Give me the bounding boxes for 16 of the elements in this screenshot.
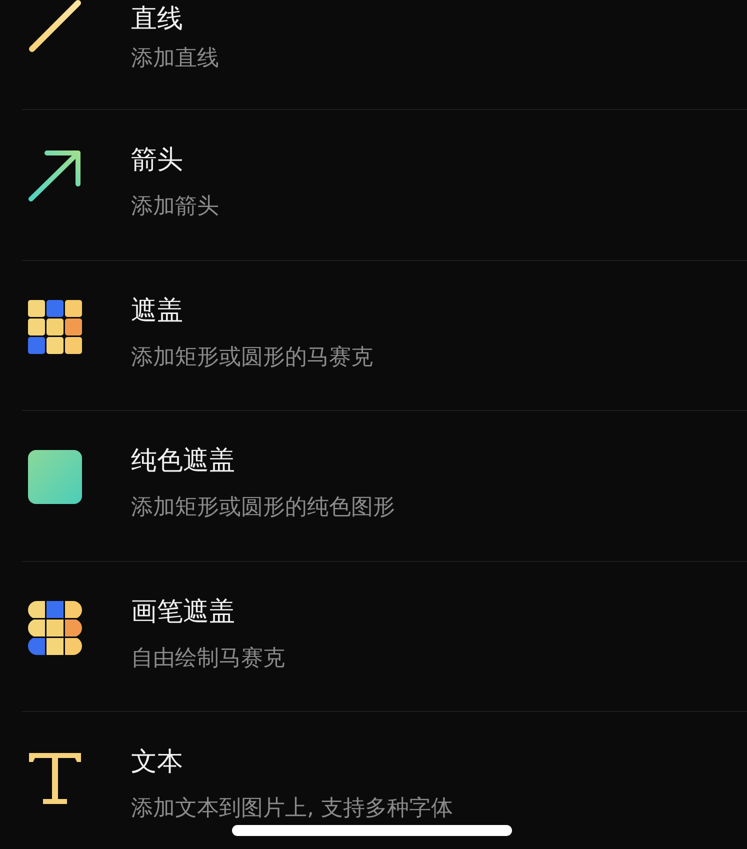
tool-description: 添加直线	[131, 45, 219, 73]
tool-title: 画笔遮盖	[131, 596, 235, 629]
tool-title: 遮盖	[131, 294, 183, 328]
tool-description: 添加矩形或圆形的马赛克	[131, 344, 373, 372]
rounded-square-icon	[27, 449, 83, 506]
tool-description: 自由绘制马赛克	[131, 644, 285, 673]
tool-description: 添加矩形或圆形的纯色图形	[131, 494, 395, 522]
brush-mosaic-icon	[27, 600, 83, 656]
mosaic-grid-icon	[27, 298, 83, 355]
tool-description: 添加箭头	[131, 193, 219, 222]
tool-title: 箭头	[131, 144, 183, 178]
tool-title: 直线	[131, 3, 183, 36]
tool-title: 文本	[131, 746, 183, 779]
tool-title: 纯色遮盖	[131, 445, 235, 478]
tool-description: 添加文本到图片上, 支持多种字体	[131, 794, 453, 823]
line-icon	[27, 0, 83, 54]
